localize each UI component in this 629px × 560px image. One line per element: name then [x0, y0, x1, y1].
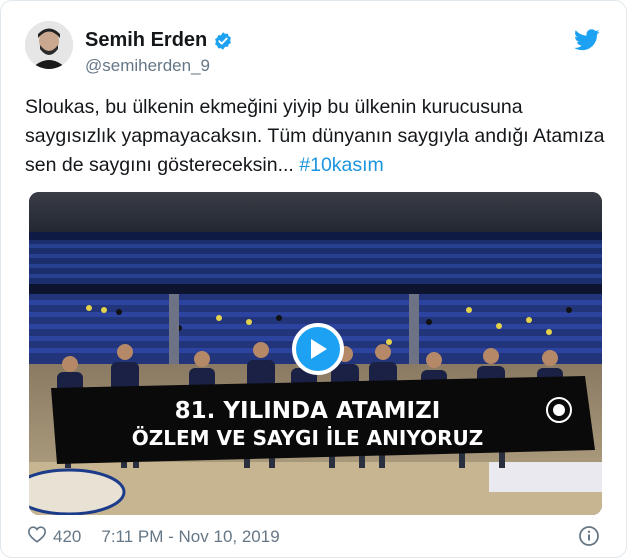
tweet-timestamp[interactable]: 7:11 PM - Nov 10, 2019 — [101, 527, 279, 547]
verified-badge-icon — [213, 31, 233, 51]
heart-icon[interactable] — [27, 525, 47, 548]
twitter-bird-icon[interactable] — [574, 29, 600, 51]
banner-line-2: ÖZLEM VE SAYGI İLE ANIYORUZ — [131, 426, 484, 450]
info-icon[interactable] — [578, 525, 600, 547]
like-count[interactable]: 420 — [53, 527, 81, 547]
play-button[interactable] — [292, 323, 344, 375]
author-block: Semih Erden @semiherden_9 — [85, 29, 233, 76]
tweet-card[interactable]: Semih Erden @semiherden_9 Sloukas, bu ül… — [0, 0, 627, 558]
play-icon — [311, 339, 327, 359]
author-name[interactable]: Semih Erden — [85, 29, 207, 52]
hashtag-link[interactable]: #10kasım — [299, 154, 384, 176]
avatar[interactable] — [25, 21, 73, 69]
tweet-footer: 420 7:11 PM - Nov 10, 2019 — [27, 525, 280, 548]
banner-line-1: 81. YILINDA ATAMIZI — [174, 398, 441, 424]
video-player[interactable]: 81. YILINDA ATAMIZI ÖZLEM VE SAYGI İLE A… — [29, 192, 602, 515]
tweet-text: Sloukas, bu ülkenin ekmeğini yiyip bu ül… — [25, 93, 605, 180]
author-handle[interactable]: @semiherden_9 — [85, 56, 233, 76]
